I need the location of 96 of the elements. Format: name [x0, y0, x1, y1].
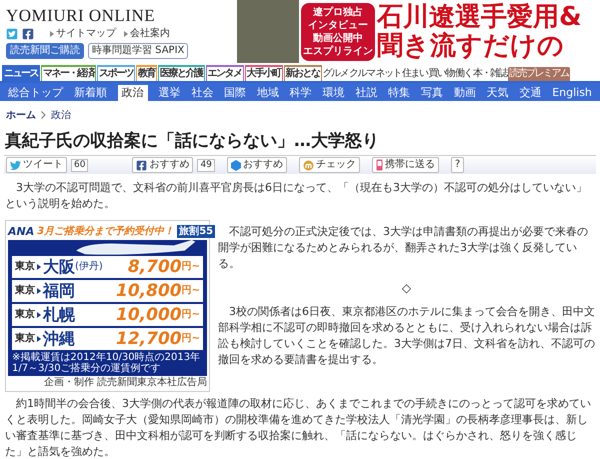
- route-destination: 大阪: [43, 258, 75, 276]
- section-tab[interactable]: 交通: [519, 85, 542, 101]
- breadcrumb-link[interactable]: ホーム: [6, 108, 36, 122]
- badge-text: 遼プロ独占: [313, 6, 363, 18]
- ad-headline: 石川遼選手愛用&: [377, 2, 582, 32]
- article-paragraph: 約1時間半の会合後、3大学側の代表が報道陣の取材に応じ、あくまでこれまでの手続きにのっとって認可を求めていくと表明した。岡崎女子大（愛知県岡崎市）の開校準備を進めてきた学校法人「清光学園」の長柄孝彦理事長は、新しい審査基準に基づき、田中文科相が認可を判断する収拾案に触れ、「話にならない。はぐらかされ、怒りを強く感じた」と語気を強めた。: [5, 396, 592, 459]
- section-tab[interactable]: English: [552, 85, 592, 101]
- twitter-icon[interactable]: [6, 28, 18, 40]
- ad-credit: 企画・制作 読売新聞東京本社広告局: [42, 376, 207, 389]
- category-link[interactable]: 住まい: [402, 67, 428, 81]
- section-tab[interactable]: 天気: [486, 85, 509, 101]
- photo-placeholder: [237, 0, 299, 63]
- ad-tagline: 3月ご搭乗分まで予約受付中！: [37, 226, 174, 238]
- circle-icon: [302, 160, 314, 170]
- category-tab[interactable]: 大手小町: [244, 65, 282, 81]
- fine-print: ※掲載運賃は2012年10/30時点の2013年1/7～3/30ご搭乗分の運賃例です: [12, 352, 202, 374]
- section-tab[interactable]: 特集: [388, 85, 410, 101]
- category-link[interactable]: グルメ: [322, 67, 348, 81]
- header-button[interactable]: 時事問題学習 SAPIX: [88, 43, 188, 59]
- category-tab[interactable]: エンタメ: [206, 65, 244, 81]
- share-button[interactable]: 携帯に送る: [372, 157, 439, 173]
- fare-badge: 旅割55: [177, 225, 216, 238]
- chevron-icon: [41, 111, 46, 119]
- phone-icon: [376, 159, 383, 171]
- section-tab[interactable]: 環境: [322, 85, 344, 101]
- triangle-icon: [50, 31, 54, 37]
- share-count: 49: [197, 158, 215, 172]
- article-paragraph: 3校の関係者は6日夜、東京都港区のホテルに集まって会合を開き、田中文部科学相に不認可の即時撤回を求めるとともに、受け入れられない場合は訴訟も検討していくことを確認した。3大学側は7日、文科省を訪れ、不認可の撤回を求める要請書を提出する。: [218, 304, 595, 368]
- route-destination: 福岡: [43, 282, 75, 300]
- site-logo[interactable]: YOMIURI ONLINE: [6, 7, 237, 25]
- ad-brand: ANA: [8, 224, 34, 240]
- section-separator: ◇: [400, 280, 412, 296]
- category-tab[interactable]: マネー・経済: [41, 65, 96, 81]
- bird-icon: [10, 160, 21, 170]
- route-destination: 札幌: [43, 306, 75, 324]
- fare-unit: 円~: [182, 260, 200, 274]
- share-button[interactable]: チェック: [298, 157, 360, 173]
- category-link[interactable]: 買い物: [428, 67, 454, 81]
- triangle-icon: [37, 264, 41, 270]
- category-tab[interactable]: 医療と介護: [158, 65, 204, 81]
- share-count: 60: [71, 158, 88, 172]
- fare-price: 10,000: [116, 306, 182, 324]
- airport-note: (伊丹): [75, 260, 103, 274]
- share-button[interactable]: おすすめ: [132, 157, 194, 173]
- section-tab[interactable]: 動画: [454, 85, 476, 101]
- share-button[interactable]: ?: [450, 157, 464, 173]
- fare-unit: 円~: [182, 308, 200, 322]
- category-tab[interactable]: スポーツ: [97, 65, 135, 81]
- badge-text: 動画公開中: [313, 32, 363, 44]
- route-origin: 東京: [15, 307, 35, 322]
- header-link[interactable]: サイトマップ: [56, 28, 116, 40]
- section-tab[interactable]: 社会: [191, 85, 214, 101]
- facebook-icon[interactable]: [22, 28, 34, 40]
- fare-price: 8,700: [128, 258, 182, 276]
- category-tab[interactable]: 教育: [136, 65, 157, 81]
- section-tab[interactable]: 社説: [355, 85, 378, 101]
- premium-button[interactable]: 読売プレミアム: [508, 67, 570, 81]
- category-tab[interactable]: 新おとな: [284, 65, 322, 81]
- triangle-icon: [37, 312, 41, 318]
- article-paragraph: 不認可処分の正式決定後では、3大学は申請書類の再提出が必要で来春の開学が困難になるためとみられるが、翻弄された3大学は強く反発している。: [218, 224, 589, 272]
- fare-price: 10,800: [116, 282, 182, 300]
- section-tab[interactable]: 総合トップ: [8, 85, 63, 101]
- share-button[interactable]: ツイート: [6, 157, 67, 173]
- fare-price: 12,700: [116, 330, 182, 348]
- section-tab[interactable]: 選挙: [158, 85, 180, 101]
- category-link[interactable]: ネット: [376, 67, 401, 81]
- article-title: 真紀子氏の収拾案に「話にならない」…大学怒り: [4, 131, 380, 151]
- route-origin: 東京: [15, 259, 35, 274]
- section-tab[interactable]: 科学: [290, 85, 312, 101]
- badge-text: エスプリライン: [303, 44, 373, 58]
- facebook-icon: [136, 160, 148, 170]
- route-origin: 東京: [15, 283, 35, 298]
- badge-text: インタビュー: [308, 18, 368, 32]
- triangle-icon: [37, 288, 41, 294]
- category-link[interactable]: 本・雑誌: [473, 67, 507, 81]
- section-tab[interactable]: 政治: [118, 85, 148, 101]
- section-tab[interactable]: 新着順: [74, 85, 107, 101]
- breadcrumb-link[interactable]: 政治: [51, 108, 71, 122]
- route-destination: 沖縄: [43, 330, 75, 348]
- triangle-icon: [124, 31, 128, 37]
- category-tab[interactable]: ニュース: [2, 65, 40, 81]
- section-tab[interactable]: 写真: [420, 85, 443, 101]
- section-tab[interactable]: 地域: [256, 85, 279, 101]
- share-button[interactable]: おすすめ: [226, 157, 287, 173]
- header-button[interactable]: 読売新聞ご購読: [6, 43, 84, 59]
- route-origin: 東京: [15, 331, 35, 346]
- fare-unit: 円~: [182, 332, 200, 346]
- triangle-icon: [37, 336, 41, 342]
- hexagon-icon: [230, 160, 241, 170]
- section-tab[interactable]: 国際: [224, 85, 246, 101]
- ad-headline: 聞き流すだけの: [377, 32, 565, 60]
- category-link[interactable]: クルマ: [349, 67, 374, 81]
- fare-unit: 円~: [182, 284, 200, 298]
- header-link[interactable]: 会社案内: [130, 28, 170, 40]
- article-paragraph: 3大学の不認可問題で、文科省の前川喜平官房長は6日になって、「（現在も3大学の）不認可の処分はしていない」という説明を始めた。: [5, 180, 588, 212]
- category-link[interactable]: 働く: [455, 67, 472, 81]
